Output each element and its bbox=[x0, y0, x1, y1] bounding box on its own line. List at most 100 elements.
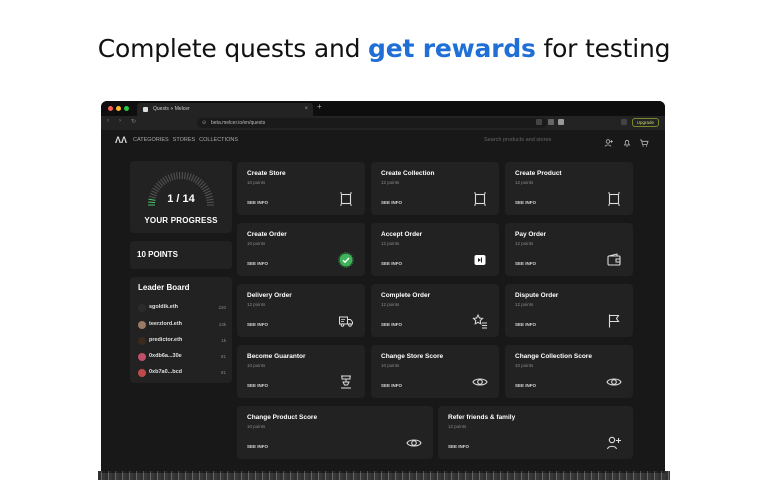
window-controls bbox=[108, 106, 129, 111]
lock-icon: ⊝ bbox=[202, 120, 207, 126]
leaderboard-title: Leader Board bbox=[138, 283, 190, 292]
avatar bbox=[138, 337, 146, 345]
new-tab-icon[interactable]: + bbox=[317, 102, 322, 111]
caption-strip bbox=[98, 471, 670, 480]
see-info-link[interactable]: SEE INFO bbox=[448, 444, 469, 449]
leaderboard-row[interactable]: teerzlord.eth 13k bbox=[138, 320, 226, 330]
nav-link-stores[interactable]: STORES bbox=[173, 137, 196, 143]
quest-card[interactable]: Dispute Order 12 points SEE INFO bbox=[505, 284, 633, 337]
quest-title: Pay Order bbox=[515, 231, 547, 238]
see-info-link[interactable]: SEE INFO bbox=[381, 200, 402, 205]
upgrade-button[interactable]: Upgrade bbox=[631, 118, 659, 127]
gauge-tick bbox=[173, 172, 176, 180]
quest-title: Complete Order bbox=[381, 292, 431, 299]
see-info-link[interactable]: SEE INFO bbox=[381, 322, 402, 327]
quest-card[interactable]: Change Product Score 10 points SEE INFO bbox=[237, 406, 433, 459]
back-icon[interactable]: ‹ bbox=[107, 118, 109, 124]
quest-title: Accept Order bbox=[381, 231, 423, 238]
maximize-window-icon[interactable] bbox=[124, 106, 129, 111]
quest-card[interactable]: Delivery Order 12 points SEE INFO bbox=[237, 284, 365, 337]
avatar bbox=[138, 321, 146, 329]
quest-points: 12 points bbox=[515, 241, 534, 246]
flag-icon bbox=[606, 313, 622, 329]
app-logo[interactable]: ΛΛ bbox=[115, 135, 127, 145]
leaderboard-name: predictor.eth bbox=[149, 337, 183, 343]
quest-card[interactable]: Refer friends & family 12 points SEE INFO bbox=[438, 406, 633, 459]
extension-icon[interactable] bbox=[548, 119, 554, 125]
bell-icon[interactable] bbox=[622, 135, 632, 147]
quest-title: Dispute Order bbox=[515, 292, 559, 299]
see-info-link[interactable]: SEE INFO bbox=[515, 261, 536, 266]
quest-card[interactable]: Create Product 12 points SEE INFO bbox=[505, 162, 633, 215]
see-info-link[interactable]: SEE INFO bbox=[247, 261, 268, 266]
quest-title: Create Store bbox=[247, 170, 286, 177]
quest-card[interactable]: Complete Order 12 points SEE INFO bbox=[371, 284, 499, 337]
quest-card[interactable]: Create Collection 12 points SEE INFO bbox=[371, 162, 499, 215]
see-info-link[interactable]: SEE INFO bbox=[247, 322, 268, 327]
nav-links: CATEGORIES STORES COLLECTIONS bbox=[133, 137, 238, 143]
leaderboard-score: 81 bbox=[220, 354, 226, 359]
see-info-link[interactable]: SEE INFO bbox=[381, 261, 402, 266]
quest-points: 10 points bbox=[247, 180, 266, 185]
leaderboard-row[interactable]: 0xdb6a...30e 81 bbox=[138, 352, 226, 362]
see-info-link[interactable]: SEE INFO bbox=[515, 200, 536, 205]
quest-card[interactable]: Create Order 10 points SEE INFO bbox=[237, 223, 365, 276]
sidebar-toggle-icon[interactable] bbox=[621, 119, 627, 125]
see-info-link[interactable]: SEE INFO bbox=[515, 383, 536, 388]
quest-title: Refer friends & family bbox=[448, 414, 516, 421]
see-info-link[interactable]: SEE INFO bbox=[247, 383, 268, 388]
quest-title: Change Collection Score bbox=[515, 353, 592, 360]
headline-part2: for testing bbox=[535, 34, 671, 63]
eye-icon bbox=[406, 435, 422, 451]
nav-link-collections[interactable]: COLLECTIONS bbox=[199, 137, 238, 143]
leaderboard-card: Leader Board sgoldik.eth 220 teerzlord.eth… bbox=[130, 277, 232, 383]
quest-points: 12 points bbox=[381, 302, 400, 307]
quest-points: 10 points bbox=[381, 363, 400, 368]
extension-icon[interactable] bbox=[558, 119, 564, 125]
quest-points: 12 points bbox=[448, 424, 467, 429]
extension-icon[interactable] bbox=[536, 119, 542, 125]
avatar bbox=[138, 304, 146, 312]
leaderboard-name: sgoldik.eth bbox=[149, 304, 179, 310]
gauge-tick bbox=[188, 173, 192, 181]
quest-points: 12 points bbox=[515, 302, 534, 307]
close-window-icon[interactable] bbox=[108, 106, 113, 111]
quest-points: 12 points bbox=[381, 180, 400, 185]
quest-card[interactable]: Become Guarantor 10 points SEE INFO bbox=[237, 345, 365, 398]
gauge-tick bbox=[186, 172, 189, 180]
quest-title: Become Guarantor bbox=[247, 353, 306, 360]
quest-title: Change Store Score bbox=[381, 353, 444, 360]
leaderboard-row[interactable]: 0xb7a0...bcd 81 bbox=[138, 368, 226, 378]
see-info-link[interactable]: SEE INFO bbox=[381, 383, 402, 388]
cart-icon[interactable] bbox=[639, 135, 649, 147]
quest-card[interactable]: Change Collection Score 10 points SEE INFO bbox=[505, 345, 633, 398]
user-icon[interactable] bbox=[604, 135, 614, 147]
nav-link-categories[interactable]: CATEGORIES bbox=[133, 137, 169, 143]
quest-points: 10 points bbox=[515, 363, 534, 368]
search-input[interactable]: Search products and stores bbox=[484, 137, 551, 143]
quest-card[interactable]: Change Store Score 10 points SEE INFO bbox=[371, 345, 499, 398]
tab-title: Quests ⋄ Melcer bbox=[153, 106, 190, 112]
browser-tab[interactable]: Quests ⋄ Melcer × bbox=[137, 103, 313, 116]
leaderboard-row[interactable]: sgoldik.eth 220 bbox=[138, 303, 226, 313]
gauge-tick bbox=[176, 172, 179, 180]
close-tab-icon[interactable]: × bbox=[304, 103, 308, 116]
see-info-link[interactable]: SEE INFO bbox=[515, 322, 536, 327]
quest-card[interactable]: Pay Order 12 points SEE INFO bbox=[505, 223, 633, 276]
see-info-link[interactable]: SEE INFO bbox=[247, 200, 268, 205]
minimize-window-icon[interactable] bbox=[116, 106, 121, 111]
quest-card[interactable]: Create Store 10 points SEE INFO bbox=[237, 162, 365, 215]
square-icon bbox=[338, 191, 354, 207]
quest-card[interactable]: Accept Order 12 points SEE INFO bbox=[371, 223, 499, 276]
forward-icon[interactable]: › bbox=[119, 118, 121, 124]
url-field[interactable]: ⊝ beta.melcer.io/en/quests bbox=[197, 118, 547, 128]
see-info-link[interactable]: SEE INFO bbox=[247, 444, 268, 449]
browser-window: Quests ⋄ Melcer × + ‹ › ↻ ⊝ beta.melcer.… bbox=[101, 101, 665, 473]
eye-icon bbox=[606, 374, 622, 390]
leaderboard-name: 0xb7a0...bcd bbox=[149, 369, 183, 375]
reload-icon[interactable]: ↻ bbox=[131, 118, 136, 125]
headline-highlight: get rewards bbox=[368, 34, 536, 63]
leaderboard-row[interactable]: predictor.eth 1k bbox=[138, 336, 226, 346]
truck-icon bbox=[338, 313, 354, 329]
gauge-tick bbox=[167, 174, 172, 182]
